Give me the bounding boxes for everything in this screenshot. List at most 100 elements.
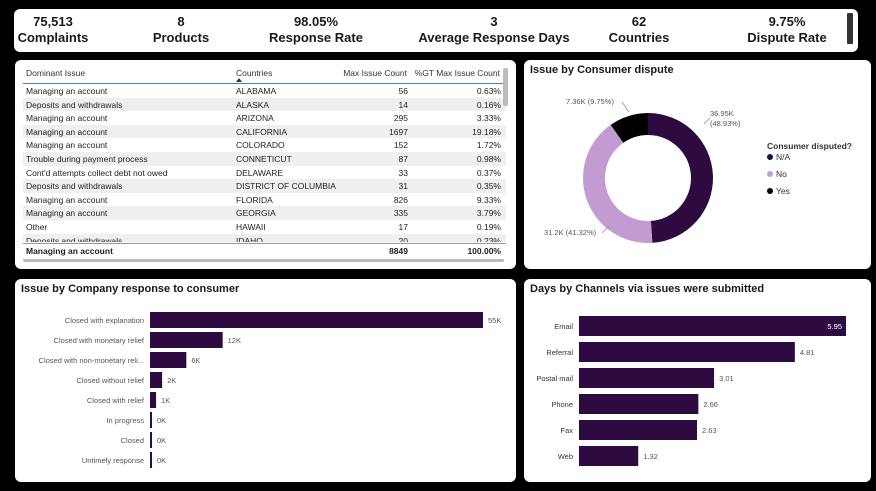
table-cell: Managing an account bbox=[26, 140, 108, 151]
category-label: Postal mail bbox=[536, 374, 573, 383]
bar[interactable] bbox=[579, 368, 715, 388]
table-row[interactable]: Managing an account ALABAMA 56 0.63% bbox=[23, 84, 506, 98]
bar[interactable] bbox=[150, 412, 152, 428]
table-cell: 9.33% bbox=[476, 194, 501, 205]
table-cell: 19.18% bbox=[472, 126, 501, 137]
table-row[interactable]: Other HAWAII 17 0.19% bbox=[23, 220, 506, 234]
scrollbar[interactable] bbox=[847, 13, 853, 44]
table-cell: ALASKA bbox=[236, 99, 270, 110]
bar[interactable] bbox=[150, 352, 187, 368]
bar-data-label: 5.95 bbox=[827, 322, 842, 331]
bar[interactable] bbox=[150, 392, 157, 408]
table-row[interactable]: Cont'd attempts collect debt not owed DEL… bbox=[23, 166, 506, 180]
kpi-card: 98.05% Response Rate bbox=[236, 14, 396, 46]
donut-slice-na[interactable] bbox=[648, 113, 713, 243]
table-body: Managing an account ALABAMA 56 0.63% Deposit… bbox=[15, 84, 516, 242]
table-cell: Cont'd attempts collect debt not owed bbox=[26, 167, 168, 178]
table-cell: IDAHO bbox=[236, 235, 263, 242]
table-cell: HAWAII bbox=[236, 222, 266, 232]
company-response-chart: Issue by Company response to consumer Cl… bbox=[15, 279, 516, 482]
kpi-bar: 75,513 Complaints 8 Products 98.05% Response … bbox=[14, 9, 858, 52]
bar[interactable] bbox=[150, 372, 163, 388]
table-row[interactable]: Trouble during payment process CONNETICUT… bbox=[23, 152, 506, 166]
bar[interactable] bbox=[150, 452, 152, 468]
table-cell: 0.37% bbox=[476, 167, 501, 178]
column-header-max-issue-count[interactable]: Max Issue Count bbox=[343, 68, 407, 78]
column-header-countries[interactable]: Countries bbox=[236, 68, 272, 78]
category-label: Web bbox=[558, 452, 573, 461]
bar[interactable] bbox=[150, 432, 152, 448]
kpi-label: Countries bbox=[608, 30, 670, 45]
table-cell: 0.98% bbox=[476, 154, 501, 164]
kpi-card: 62 Countries bbox=[559, 14, 719, 46]
column-header-dominant-issue[interactable]: Dominant Issue bbox=[26, 68, 85, 78]
category-label: Closed bbox=[121, 436, 144, 445]
kpi-value: 98.05% bbox=[293, 14, 339, 29]
vertical-scrollbar[interactable] bbox=[503, 68, 508, 106]
table-cell: Managing an account bbox=[26, 194, 108, 205]
bar-data-label: 2K bbox=[167, 376, 176, 385]
category-label: Fax bbox=[560, 426, 573, 435]
legend-item[interactable]: No bbox=[776, 169, 787, 179]
table-cell: Trouble during payment process bbox=[26, 154, 148, 164]
donut-slice-no[interactable] bbox=[583, 124, 653, 243]
table-cell: 3.33% bbox=[476, 113, 501, 124]
bar[interactable] bbox=[150, 312, 483, 328]
issues-table: Dominant Issue Countries Max Issue Count… bbox=[15, 60, 516, 269]
bar-data-label: 2.66 bbox=[703, 400, 718, 409]
category-label: Closed with explanation bbox=[65, 316, 144, 325]
table-cell: 1697 bbox=[389, 126, 408, 137]
total-percent: 100.00% bbox=[467, 246, 501, 256]
table-row[interactable]: Deposits and withdrawals DISTRICT OF COLU… bbox=[23, 179, 506, 193]
table-total-row: Managing an account 8849 100.00% bbox=[23, 243, 506, 257]
table-cell: 20 bbox=[398, 235, 408, 242]
table-row[interactable]: Deposits and withdrawals IDAHO 20 0.23% bbox=[23, 233, 506, 242]
table-row[interactable]: Managing an account COLORADO 152 1.72% bbox=[23, 138, 506, 152]
bar[interactable] bbox=[579, 420, 698, 440]
bar[interactable] bbox=[579, 342, 795, 362]
category-label: Closed without relief bbox=[76, 376, 144, 385]
bar[interactable] bbox=[579, 394, 699, 414]
table-cell: DELAWARE bbox=[236, 167, 284, 178]
bar-data-label: 12K bbox=[228, 336, 241, 345]
legend-marker bbox=[767, 154, 773, 160]
bar[interactable] bbox=[150, 332, 223, 348]
bar[interactable] bbox=[579, 316, 846, 336]
category-label: Referral bbox=[546, 348, 573, 357]
legend-item[interactable]: Yes bbox=[776, 186, 790, 196]
table-row[interactable]: Managing an account CALIFORNIA 1697 19.18% bbox=[23, 124, 506, 139]
table-cell: ARIZONA bbox=[236, 113, 274, 124]
category-label: Closed with relief bbox=[87, 396, 145, 405]
table-cell: 33 bbox=[398, 167, 408, 178]
category-label: Closed with non-monetary reli... bbox=[39, 356, 144, 365]
table-cell: Managing an account bbox=[26, 208, 108, 219]
bar-data-label: 0K bbox=[157, 436, 166, 445]
kpi-label: Average Response Days bbox=[418, 30, 570, 45]
table-cell: 335 bbox=[393, 208, 408, 219]
table-cell: COLORADO bbox=[236, 140, 285, 151]
bar[interactable] bbox=[579, 446, 639, 466]
bar-data-label: 4.81 bbox=[800, 348, 815, 357]
kpi-card: 9.75% Dispute Rate bbox=[707, 14, 858, 46]
table-cell: Deposits and withdrawals bbox=[26, 235, 123, 242]
table-cell: 0.35% bbox=[476, 181, 501, 192]
horizontal-scrollbar[interactable] bbox=[23, 259, 504, 262]
table-row[interactable]: Managing an account ARIZONA 295 3.33% bbox=[23, 111, 506, 125]
bar-data-label: 55K bbox=[488, 316, 501, 325]
legend-item[interactable]: N/A bbox=[776, 152, 791, 162]
table-cell: 152 bbox=[393, 140, 408, 151]
column-header-pct-gt[interactable]: %GT Max Issue Count bbox=[415, 68, 500, 78]
slice-data-label: 31.2K (41.32%) bbox=[544, 228, 597, 237]
table-cell: Managing an account bbox=[26, 86, 108, 96]
table-row[interactable]: Managing an account FLORIDA 826 9.33% bbox=[23, 193, 506, 207]
table-row[interactable]: Deposits and withdrawals ALASKA 14 0.16% bbox=[23, 97, 506, 112]
table-cell: 56 bbox=[398, 86, 408, 96]
table-cell: 0.16% bbox=[476, 99, 501, 110]
table-cell: CONNETICUT bbox=[236, 154, 292, 164]
kpi-value: 9.75% bbox=[768, 14, 806, 29]
consumer-dispute-chart: Issue by Consumer dispute 36.95K (48.93%)… bbox=[524, 60, 871, 269]
bar-data-label: 0K bbox=[157, 416, 166, 425]
category-label: In progress bbox=[106, 416, 144, 425]
slice-data-label: 36.95K bbox=[710, 109, 734, 118]
table-row[interactable]: Managing an account GEORGIA 335 3.79% bbox=[23, 206, 506, 220]
